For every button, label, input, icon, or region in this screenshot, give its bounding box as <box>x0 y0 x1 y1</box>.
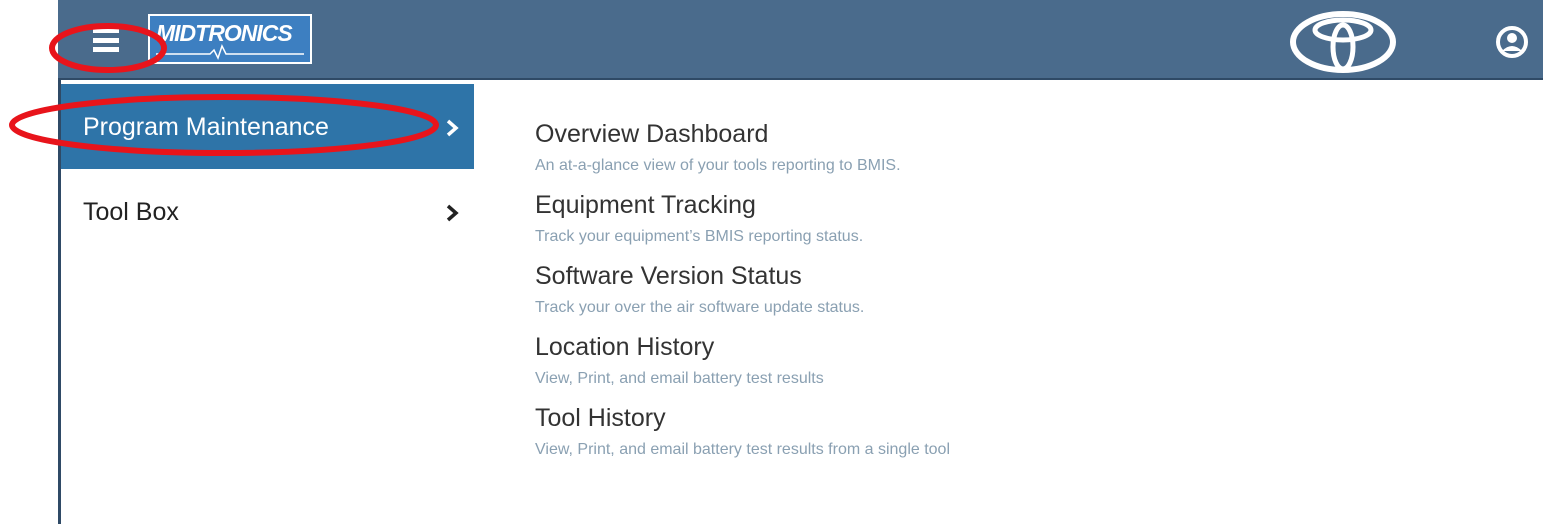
submenu-entry-tool-history[interactable]: Tool History View, Print, and email batt… <box>535 402 1015 462</box>
entry-description: Track your over the air software update … <box>535 299 865 316</box>
submenu-entry-equipment-tracking[interactable]: Equipment Tracking Track your equipment’… <box>535 189 1015 249</box>
top-navigation-bar: MIDTRONICS <box>58 0 1543 80</box>
chevron-right-icon <box>446 204 459 222</box>
entry-title[interactable]: Equipment Tracking <box>535 189 1015 221</box>
menu-item-label: Program Maintenance <box>83 113 329 141</box>
toyota-logo-icon[interactable] <box>1288 10 1398 74</box>
entry-title[interactable]: Software Version Status <box>535 260 1015 292</box>
menu-item-label: Tool Box <box>83 198 179 226</box>
menu-item-program-maintenance[interactable]: Program Maintenance <box>61 84 474 169</box>
user-icon[interactable] <box>1494 24 1530 60</box>
entry-description: View, Print, and email battery test resu… <box>535 370 824 387</box>
chevron-right-icon <box>446 119 459 137</box>
logo-text: MIDTRONICS <box>156 20 293 46</box>
entry-description: View, Print, and email battery test resu… <box>535 441 951 458</box>
hamburger-menu-icon[interactable] <box>93 28 119 52</box>
submenu-panel: Overview Dashboard An at-a-glance view o… <box>535 118 1015 473</box>
submenu-entry-overview-dashboard[interactable]: Overview Dashboard An at-a-glance view o… <box>535 118 1015 178</box>
entry-title[interactable]: Location History <box>535 331 1015 363</box>
submenu-entry-software-version-status[interactable]: Software Version Status Track your over … <box>535 260 1015 320</box>
entry-title[interactable]: Overview Dashboard <box>535 118 1015 150</box>
side-menu: Program Maintenance Tool Box <box>61 84 474 249</box>
entry-description: An at-a-glance view of your tools report… <box>535 157 901 174</box>
submenu-entry-location-history[interactable]: Location History View, Print, and email … <box>535 331 1015 391</box>
entry-title[interactable]: Tool History <box>535 402 1015 434</box>
menu-item-tool-box[interactable]: Tool Box <box>61 169 474 249</box>
midtronics-logo[interactable]: MIDTRONICS <box>148 14 312 64</box>
entry-description: Track your equipment’s BMIS reporting st… <box>535 228 864 245</box>
